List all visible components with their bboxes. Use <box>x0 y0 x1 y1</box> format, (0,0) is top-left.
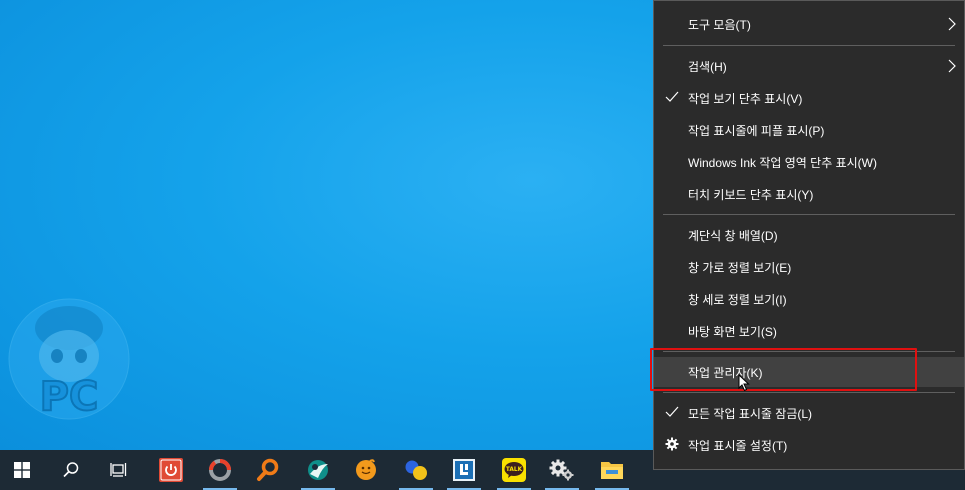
task-view-button[interactable] <box>99 450 139 490</box>
menu-item-label: 계단식 창 배열(D) <box>688 228 778 243</box>
taskbar-context-menu: 도구 모음(T) 검색(H) 작업 보기 단추 표시(V) 작업 표시줄에 피플… <box>653 0 965 470</box>
task-view-icon <box>110 463 127 477</box>
folder-icon <box>601 462 623 479</box>
app-ring[interactable] <box>200 450 240 490</box>
menu-item-show-windows-stacked[interactable]: 창 가로 정렬 보기(E) <box>654 252 964 282</box>
menu-item-taskbar-settings[interactable]: 작업 표시줄 설정(T) <box>654 430 964 460</box>
submenu-arrow-icon <box>948 17 956 31</box>
menu-separator <box>663 392 955 393</box>
windows-logo-icon <box>14 462 30 478</box>
menu-item-label: 작업 표시줄 설정(T) <box>688 438 788 453</box>
app-file-explorer[interactable] <box>592 450 632 490</box>
menu-item-show-touch-keyboard[interactable]: 터치 키보드 단추 표시(Y) <box>654 179 964 209</box>
menu-item-show-people[interactable]: 작업 표시줄에 피플 표시(P) <box>654 115 964 145</box>
menu-item-show-windows-ink[interactable]: Windows Ink 작업 영역 단추 표시(W) <box>654 147 964 177</box>
pc-mascot-watermark: PC <box>8 298 130 420</box>
search-button[interactable] <box>51 450 91 490</box>
menu-item-show-windows-side-by-side[interactable]: 창 세로 정렬 보기(I) <box>654 284 964 314</box>
menu-separator <box>663 214 955 215</box>
menu-item-label: 작업 표시줄에 피플 표시(P) <box>688 123 825 138</box>
app-orange-chat[interactable] <box>346 450 386 490</box>
menu-item-label: 도구 모음(T) <box>688 17 751 32</box>
submenu-arrow-icon <box>948 59 956 73</box>
menu-item-search[interactable]: 검색(H) <box>654 51 964 81</box>
watermark-text: PC <box>40 374 99 420</box>
check-icon <box>665 91 679 102</box>
search-icon <box>63 462 79 478</box>
menu-item-label: 터치 키보드 단추 표시(Y) <box>688 187 814 202</box>
menu-item-show-desktop[interactable]: 바탕 화면 보기(S) <box>654 316 964 346</box>
menu-item-label: 모든 작업 표시줄 잠금(L) <box>688 406 813 421</box>
menu-item-show-task-view[interactable]: 작업 보기 단추 표시(V) <box>654 83 964 113</box>
app-magnifier[interactable] <box>248 450 288 490</box>
app-bubbles[interactable] <box>396 450 436 490</box>
app-teal-sphere[interactable] <box>298 450 338 490</box>
menu-item-label: 작업 보기 단추 표시(V) <box>688 91 803 106</box>
menu-item-label: 검색(H) <box>688 59 727 74</box>
check-icon <box>665 406 679 417</box>
start-button[interactable] <box>2 450 42 490</box>
orange-chat-app-icon <box>356 459 376 480</box>
settings-gear-icon <box>549 459 574 481</box>
bubbles-app-icon <box>405 460 427 480</box>
app-l-box[interactable] <box>444 450 484 490</box>
app-settings[interactable] <box>542 450 582 490</box>
gear-icon <box>665 437 679 451</box>
menu-item-label: 창 세로 정렬 보기(I) <box>688 292 787 307</box>
teal-sphere-app-icon <box>308 460 328 480</box>
app-red-power[interactable] <box>151 450 191 490</box>
menu-item-cascade-windows[interactable]: 계단식 창 배열(D) <box>654 220 964 250</box>
ring-app-icon <box>209 459 231 481</box>
menu-item-label: 바탕 화면 보기(S) <box>688 324 777 339</box>
menu-separator <box>663 45 955 46</box>
l-box-app-icon <box>453 459 475 481</box>
kakaotalk-icon: TALK <box>502 458 526 482</box>
magnifier-app-icon <box>257 458 279 481</box>
kakaotalk-label: TALK <box>506 467 523 473</box>
mouse-cursor-icon <box>738 374 750 392</box>
power-app-icon <box>159 458 183 482</box>
app-kakaotalk[interactable]: TALK <box>494 450 534 490</box>
highlight-annotation-box <box>650 348 917 391</box>
menu-item-lock-taskbars[interactable]: 모든 작업 표시줄 잠금(L) <box>654 398 964 428</box>
menu-item-toolbars[interactable]: 도구 모음(T) <box>654 9 964 39</box>
menu-item-label: Windows Ink 작업 영역 단추 표시(W) <box>688 155 877 170</box>
menu-item-label: 창 가로 정렬 보기(E) <box>688 260 792 275</box>
